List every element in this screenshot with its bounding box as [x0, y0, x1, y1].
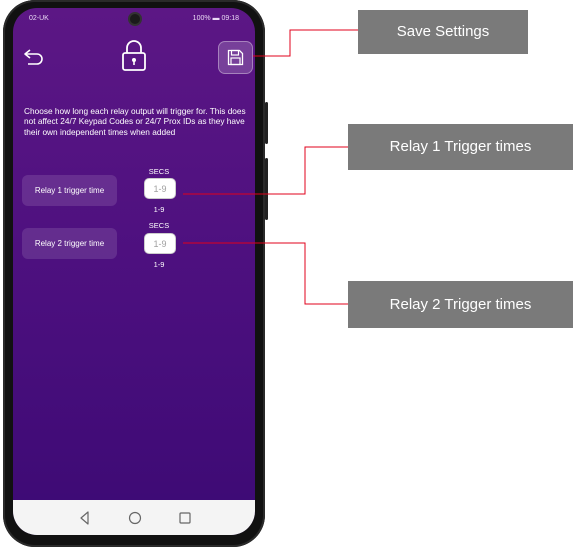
connector-relay-2 — [183, 242, 348, 305]
save-settings-callout: Save Settings — [358, 10, 528, 54]
connector-relay-1 — [183, 146, 348, 195]
relay-2-trigger-callout: Relay 2 Trigger times — [348, 281, 573, 328]
connector-save — [253, 29, 358, 57]
relay-1-trigger-callout: Relay 1 Trigger times — [348, 124, 573, 170]
callout-connectors — [183, 29, 358, 305]
